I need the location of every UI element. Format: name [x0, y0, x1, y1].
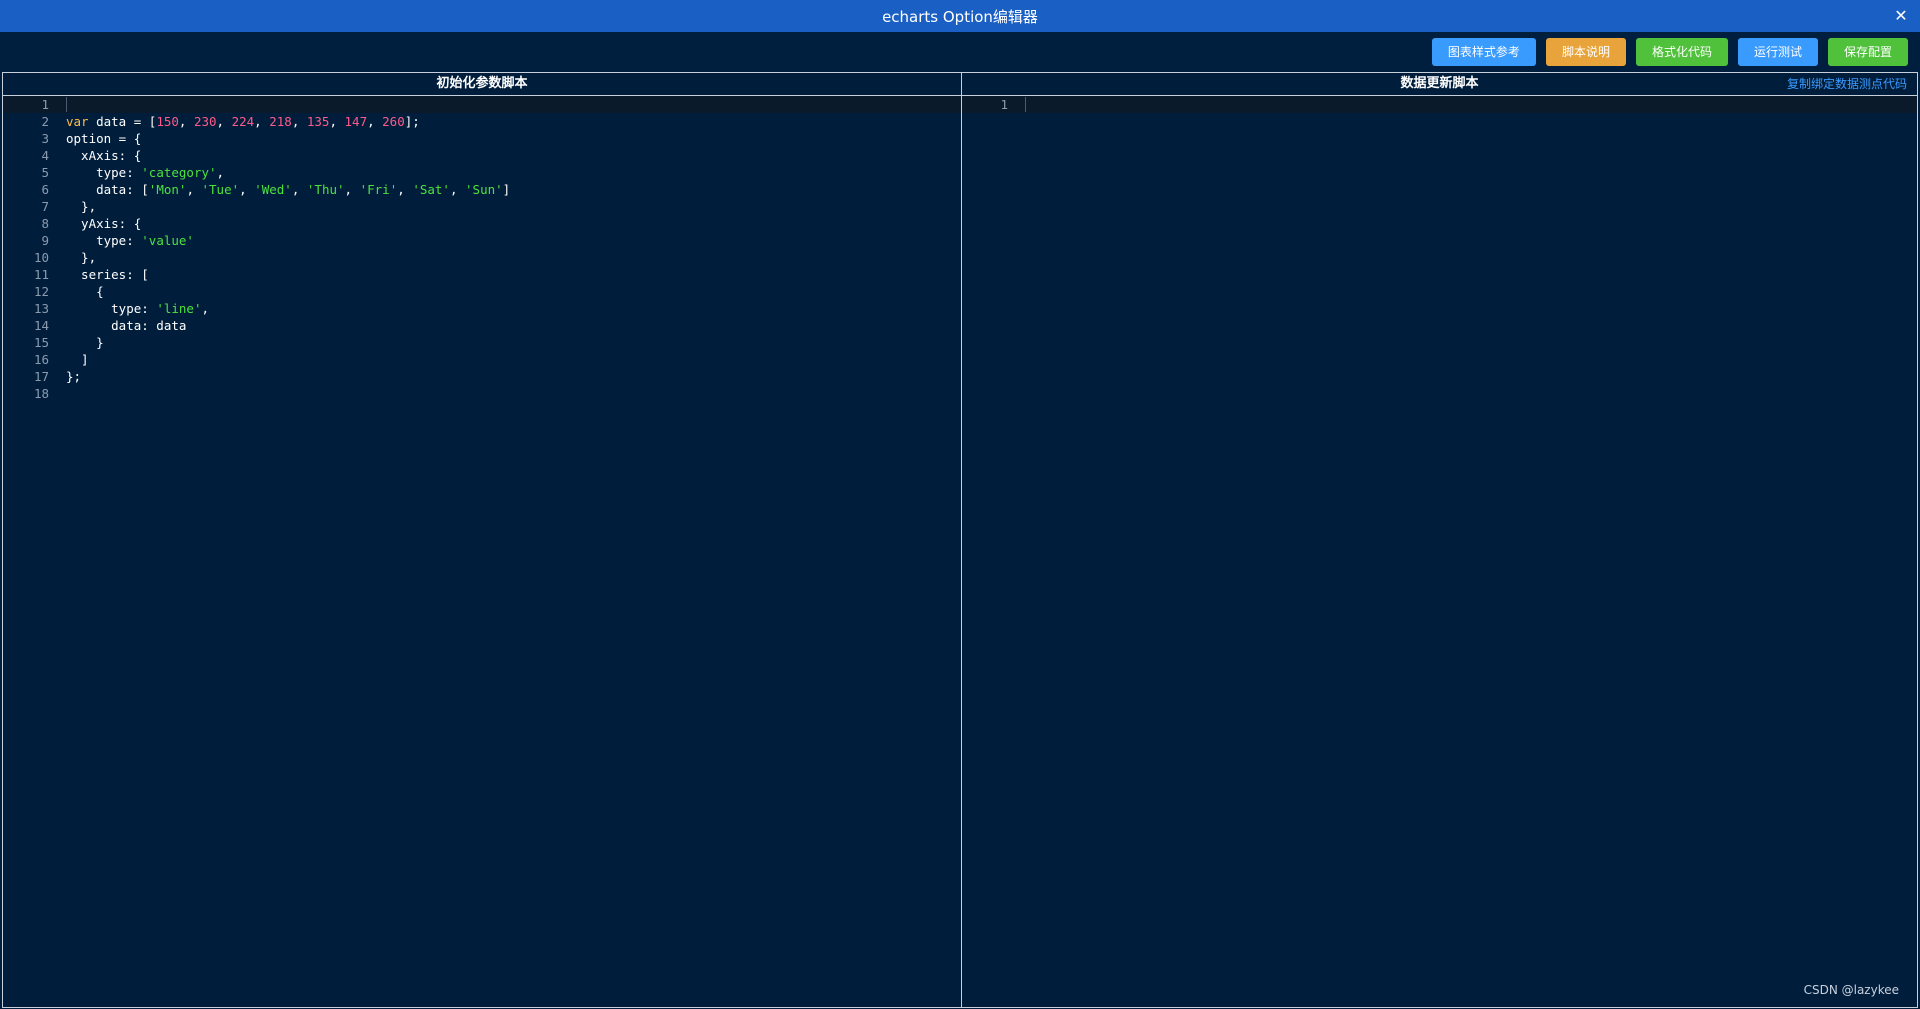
line-number: 11 [33, 267, 49, 282]
line-number: 16 [33, 352, 49, 367]
code-line: 2 var data = [150, 230, 224, 218, 135, 14… [3, 113, 961, 130]
line-number: 5 [41, 165, 49, 180]
update-script-editor[interactable]: 1 [962, 96, 1917, 1007]
window-title: echarts Option编辑器 [882, 7, 1038, 26]
code-text: type: 'line', [66, 301, 209, 316]
update-script-header: 数据更新脚本 复制绑定数据测点代码 [962, 73, 1917, 96]
text-cursor [1025, 97, 1026, 112]
line-number: 12 [33, 284, 49, 299]
text-cursor [66, 97, 67, 112]
code-line: 7 }, [3, 198, 961, 215]
code-text: }, [66, 250, 97, 265]
line-number: 7 [41, 199, 49, 214]
editor-window: echarts Option编辑器 ✕ 图表样式参考 脚本说明 格式化代码 运行… [0, 0, 1920, 1009]
copy-binding-code-link[interactable]: 复制绑定数据测点代码 [1787, 73, 1907, 95]
watermark: CSDN @lazykee [1803, 983, 1899, 997]
code-line: 13 type: 'line', [3, 300, 961, 317]
line-number: 17 [33, 369, 49, 384]
code-line: 8 yAxis: { [3, 215, 961, 232]
code-text: xAxis: { [66, 148, 142, 163]
editor-panels: 初始化参数脚本 1 2 var data = [150, 230, 224, 218… [2, 72, 1918, 1008]
code-line: 11 series: [ [3, 266, 961, 283]
code-text: } [66, 335, 104, 350]
code-text: yAxis: { [66, 216, 142, 231]
update-script-panel: 数据更新脚本 复制绑定数据测点代码 1 CSDN @lazykee [962, 73, 1917, 1007]
line-number: 4 [41, 148, 49, 163]
code-line: 12 { [3, 283, 961, 300]
code-text: }; [66, 369, 82, 384]
line-number: 1 [1000, 97, 1008, 112]
save-config-button[interactable]: 保存配置 [1827, 38, 1908, 66]
code-line: 17}; [3, 368, 961, 385]
code-text: type: 'value' [66, 233, 194, 248]
toolbar: 图表样式参考 脚本说明 格式化代码 运行测试 保存配置 [0, 32, 1920, 72]
close-icon[interactable]: ✕ [1890, 5, 1912, 27]
line-number: 18 [33, 386, 49, 401]
code-text: option = { [66, 131, 142, 146]
title-bar: echarts Option编辑器 ✕ [0, 0, 1920, 32]
format-code-button[interactable]: 格式化代码 [1635, 38, 1728, 66]
toolbar-buttons: 图表样式参考 脚本说明 格式化代码 运行测试 保存配置 [1431, 38, 1908, 66]
code-text: ] [66, 352, 89, 367]
code-line: 5 type: 'category', [3, 164, 961, 181]
line-number: 8 [41, 216, 49, 231]
line-number: 15 [33, 335, 49, 350]
line-number: 9 [41, 233, 49, 248]
line-number: 14 [33, 318, 49, 333]
code-line: 18 [3, 385, 961, 402]
code-text: var data = [150, 230, 224, 218, 135, 147… [66, 114, 420, 129]
init-script-title: 初始化参数脚本 [3, 73, 961, 96]
chart-style-reference-button[interactable]: 图表样式参考 [1431, 38, 1536, 66]
line-number: 6 [41, 182, 49, 197]
code-text: { [66, 284, 104, 299]
code-line: 3 option = { [3, 130, 961, 147]
line-number: 13 [33, 301, 49, 316]
line-number: 10 [33, 250, 49, 265]
line-number: 3 [41, 131, 49, 146]
init-script-panel: 初始化参数脚本 1 2 var data = [150, 230, 224, 218… [3, 73, 962, 1007]
init-script-editor[interactable]: 1 2 var data = [150, 230, 224, 218, 135, 1… [3, 96, 961, 1007]
code-line: 15 } [3, 334, 961, 351]
line-number: 1 [41, 97, 49, 112]
code-line: 16 ] [3, 351, 961, 368]
code-text: }, [66, 199, 97, 214]
code-text: data: ['Mon', 'Tue', 'Wed', 'Thu', 'Fri'… [66, 182, 511, 197]
code-line: 9 type: 'value' [3, 232, 961, 249]
code-text: type: 'category', [66, 165, 225, 180]
code-line: 6 data: ['Mon', 'Tue', 'Wed', 'Thu', 'Fr… [3, 181, 961, 198]
code-line: 14 data: data [3, 317, 961, 334]
code-line: 1 [962, 96, 1917, 113]
code-line: 4 xAxis: { [3, 147, 961, 164]
script-help-button[interactable]: 脚本说明 [1545, 38, 1626, 66]
update-script-title: 数据更新脚本 [1400, 76, 1479, 91]
code-text: series: [ [66, 267, 149, 282]
code-text: data: data [66, 318, 187, 333]
code-line: 10 }, [3, 249, 961, 266]
code-line: 1 [3, 96, 961, 113]
line-number: 2 [41, 114, 49, 129]
run-test-button[interactable]: 运行测试 [1737, 38, 1818, 66]
